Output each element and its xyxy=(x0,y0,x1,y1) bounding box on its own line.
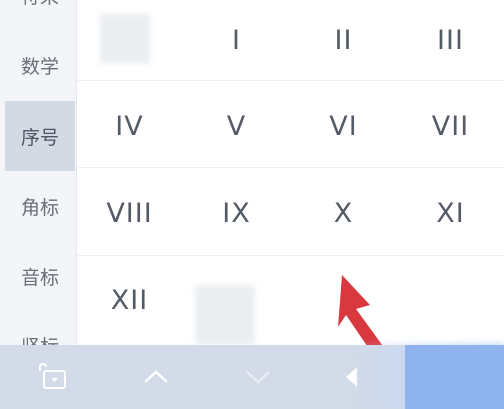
key-roman-4[interactable]: IV xyxy=(76,86,183,166)
key-label: XI xyxy=(436,197,465,229)
key-roman-2[interactable]: II xyxy=(290,0,397,80)
sidebar-item-math[interactable]: 数学 xyxy=(5,30,75,100)
sidebar-item-label: 序号 xyxy=(20,126,59,149)
key-label: I xyxy=(232,24,241,56)
key-label: V xyxy=(226,110,247,142)
key-label: IV xyxy=(115,110,144,142)
sidebar-item-label: 角标 xyxy=(20,196,59,219)
key-roman-8[interactable]: VIII xyxy=(76,173,183,253)
key-roman-12[interactable]: XII xyxy=(76,260,183,340)
confirm-button[interactable] xyxy=(405,345,504,409)
key-label: VII xyxy=(431,110,470,142)
key-roman-5[interactable]: V xyxy=(183,86,290,166)
sidebar-item-label: 符采 xyxy=(21,0,59,9)
roman-numeral-keypad: I II III IV V VI VII VIII IX X XI XII xyxy=(76,0,504,345)
key-roman-10[interactable]: X xyxy=(290,173,397,253)
key-roman-11[interactable]: XI xyxy=(397,173,504,253)
page-down-button[interactable] xyxy=(230,345,286,409)
key-roman-9[interactable]: IX xyxy=(183,173,290,253)
key-label: IX xyxy=(222,197,251,229)
key-label: VIII xyxy=(106,197,153,229)
key-roman-3[interactable]: III xyxy=(397,0,504,80)
lock-keyboard-icon xyxy=(39,363,66,389)
sidebar-item-ordinal[interactable]: 序号 xyxy=(5,101,75,171)
sidebar-item-phonetic[interactable]: 音标 xyxy=(5,241,75,311)
sidebar-item-label: 音标 xyxy=(20,266,59,289)
sidebar-item-fucai[interactable]: 符采 xyxy=(5,0,75,30)
sidebar-item-subscript[interactable]: 角标 xyxy=(5,171,75,241)
key-roman-6[interactable]: VI xyxy=(290,86,397,166)
chevron-up-icon xyxy=(144,370,168,383)
lock-keyboard-button[interactable] xyxy=(22,345,82,409)
key-roman-7[interactable]: VII xyxy=(397,86,504,166)
page-up-button[interactable] xyxy=(128,345,184,409)
sidebar-item-label: 数学 xyxy=(20,55,59,78)
key-roman-1[interactable]: I xyxy=(183,0,290,80)
key-label: III xyxy=(437,24,464,56)
key-label: XII xyxy=(110,284,149,316)
key-label: II xyxy=(334,24,353,56)
key-label: VI xyxy=(329,110,358,142)
category-sidebar: 符采 数学 序号 角标 音标 竖标 xyxy=(0,0,77,358)
key-label: X xyxy=(333,197,354,229)
chevron-down-icon xyxy=(246,371,270,384)
